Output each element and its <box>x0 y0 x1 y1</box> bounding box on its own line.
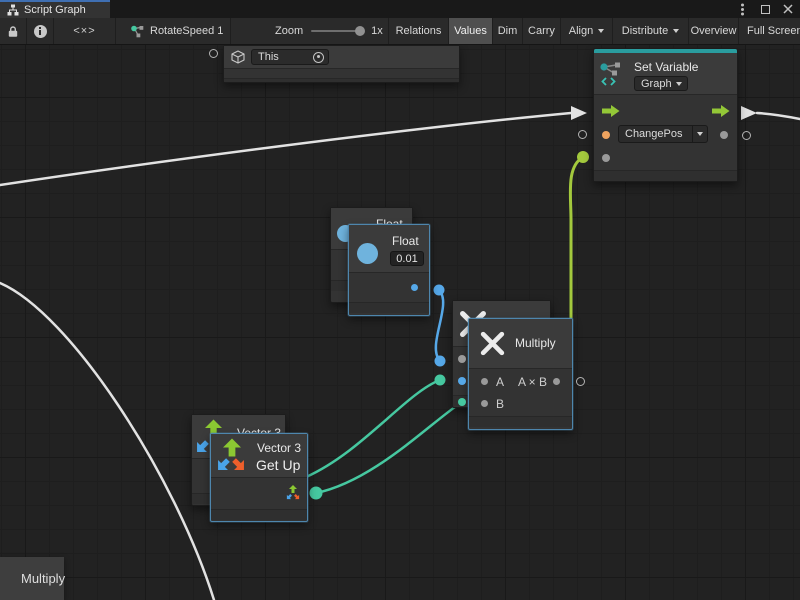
zoom-slider[interactable] <box>311 30 363 32</box>
port-back-b-blue[interactable] <box>458 377 466 385</box>
port-ring-setvariable-left[interactable] <box>578 130 587 139</box>
arrow-downleft-icon <box>195 440 209 454</box>
port-result[interactable] <box>553 378 560 385</box>
port-output-value[interactable] <box>720 131 728 139</box>
vector3-getup-node[interactable]: Vector 3 Get Up <box>210 433 308 522</box>
zoom-label: Zoom <box>275 25 303 37</box>
set-variable-icon <box>599 61 625 87</box>
multiply-node[interactable]: Multiply A A × B B <box>468 318 573 430</box>
arrow-downleft-icon <box>216 458 230 472</box>
maximize-icon[interactable] <box>759 3 771 15</box>
port-a[interactable] <box>481 378 488 385</box>
more-menu-icon[interactable] <box>736 3 748 15</box>
relations-button[interactable]: Relations <box>388 18 448 44</box>
cube-icon <box>231 50 245 64</box>
arrowhead-output <box>741 106 757 120</box>
wire-teal-vector3-to-multiply-1 <box>306 380 440 477</box>
wire-white-diagonal <box>0 283 214 600</box>
port-out-label: A × B <box>518 375 547 389</box>
port-a-label: A <box>496 375 504 389</box>
node-title: Float <box>392 234 419 248</box>
port-ring-setvariable-right[interactable] <box>742 131 751 140</box>
wire-control-out-of-setvariable <box>757 113 800 119</box>
graph-toolbar: <×> RotateSpeed 1 Zoom 1x Relations Valu… <box>0 18 800 45</box>
dim-button[interactable]: Dim <box>492 18 522 44</box>
lock-button[interactable] <box>0 18 27 44</box>
vector3-mini-icon <box>284 484 302 502</box>
arrowhead-input <box>571 106 587 120</box>
float-node[interactable]: Float 0.01 <box>348 224 430 316</box>
arrow-downright-icon <box>232 458 246 472</box>
multiply-x-icon <box>479 330 506 357</box>
node-operation: Get Up <box>256 457 300 473</box>
port-b-label: B <box>496 397 504 411</box>
carry-button[interactable]: Carry <box>522 18 560 44</box>
close-icon[interactable] <box>782 3 794 15</box>
script-graph-icon <box>7 4 19 16</box>
node-title: Multiply <box>515 336 556 350</box>
wire-end-blue-top <box>434 285 445 296</box>
float-icon <box>357 243 378 264</box>
window-titlebar: Script Graph <box>0 0 800 18</box>
float-value-field[interactable]: 0.01 <box>390 251 424 266</box>
port-input-value[interactable] <box>602 154 610 162</box>
control-input-arrow[interactable] <box>602 105 620 117</box>
graph-canvas[interactable]: This Set Variable Graph <box>0 45 800 600</box>
align-button[interactable]: Align <box>560 18 612 44</box>
multiply-tooltip: Multiply <box>0 557 64 600</box>
port-ring-this[interactable] <box>209 49 218 58</box>
set-variable-node[interactable]: Set Variable Graph ChangePos <box>593 48 738 182</box>
chevron-down-icon <box>673 29 679 33</box>
wire-control-into-setvariable <box>0 113 571 185</box>
lock-icon <box>7 25 19 38</box>
port-float-output[interactable] <box>411 284 418 291</box>
code-view-button[interactable]: <×> <box>54 18 116 44</box>
info-icon <box>34 25 47 38</box>
chevron-down-icon <box>676 82 682 86</box>
variable-scope-dropdown[interactable]: Graph <box>634 76 688 91</box>
zoom-slider-handle[interactable] <box>355 26 365 36</box>
control-output-arrow[interactable] <box>712 105 730 117</box>
port-back-a[interactable] <box>458 355 466 363</box>
node-title: Vector 3 <box>257 441 301 455</box>
tab-script-graph[interactable]: Script Graph <box>0 0 110 18</box>
port-variable-name[interactable] <box>602 131 610 139</box>
distribute-button[interactable]: Distribute <box>612 18 688 44</box>
variable-name-dropdown[interactable]: ChangePos <box>618 125 708 143</box>
arrow-up-icon <box>223 438 241 457</box>
zoom-control: Zoom 1x <box>231 18 388 44</box>
graph-node-icon <box>130 24 144 38</box>
port-ring-multiply-output[interactable] <box>576 377 585 386</box>
port-back-c-teal[interactable] <box>458 398 466 406</box>
object-picker-icon[interactable] <box>313 52 324 63</box>
wire-lime-multiply-to-setvariable <box>570 157 583 319</box>
window-controls <box>736 0 794 18</box>
unity-script-graph-window: Script Graph <×> <box>0 0 800 600</box>
overview-button[interactable]: Overview <box>688 18 738 44</box>
zoom-value: 1x <box>371 25 383 37</box>
wire-end-blue-bottom <box>435 356 446 367</box>
chevron-down-icon <box>598 29 604 33</box>
wire-end-lime <box>577 151 589 163</box>
chevron-down-icon <box>697 132 703 136</box>
wire-end-teal-2 <box>310 487 323 500</box>
this-object-field[interactable]: This <box>251 49 329 65</box>
node-title: Set Variable <box>634 60 698 74</box>
fullscreen-button[interactable]: Full Screen <box>738 18 800 44</box>
code-icon: <×> <box>73 25 95 37</box>
this-node[interactable]: This <box>223 45 460 83</box>
info-button[interactable] <box>27 18 54 44</box>
wire-end-teal-1 <box>435 375 446 386</box>
graph-breadcrumb[interactable]: RotateSpeed 1 <box>116 18 231 44</box>
graph-name: RotateSpeed 1 <box>150 25 223 37</box>
wire-blue-float-to-multiply <box>436 290 443 361</box>
port-b[interactable] <box>481 400 488 407</box>
tab-title: Script Graph <box>24 4 86 16</box>
dropdown-caret-cell[interactable] <box>692 126 707 142</box>
values-button[interactable]: Values <box>448 18 492 44</box>
